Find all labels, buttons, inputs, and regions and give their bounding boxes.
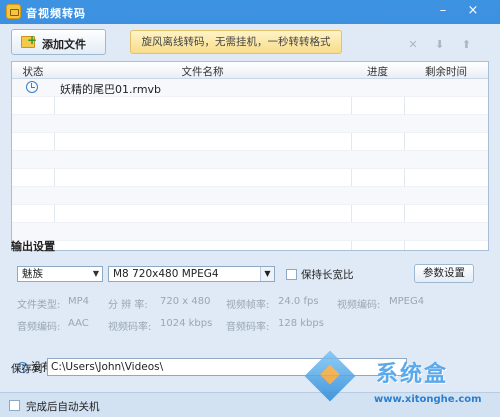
column-progress[interactable]: 进度 bbox=[351, 64, 404, 79]
frame-rate-label: 视频帧率: bbox=[226, 300, 270, 311]
converter-window: 音视频转码 – × 添加文件 旋风离线转码，无需挂机，一秒转转格式 ✕ ⬇ ⬆ … bbox=[0, 0, 500, 417]
dropdown-arrow-icon: ▼ bbox=[92, 269, 99, 278]
empty-row bbox=[12, 133, 488, 151]
watermark-url: www.xitonghe.com bbox=[374, 394, 482, 405]
keep-ratio-label: 保持长宽比 bbox=[301, 269, 354, 281]
dropdown-arrow-icon: ▼ bbox=[260, 267, 274, 281]
frame-rate-value: 24.0 fps bbox=[278, 296, 319, 307]
auto-shutdown-label[interactable]: 完成后自动关机 bbox=[26, 399, 100, 414]
promo-banner[interactable]: 旋风离线转码，无需挂机，一秒转转格式 bbox=[130, 30, 342, 54]
table-row[interactable]: 妖精的尾巴01.rmvb bbox=[12, 79, 488, 97]
file-type-label: 文件类型: bbox=[17, 300, 61, 311]
audio-bitrate-label: 音频码率: bbox=[226, 322, 270, 333]
app-icon bbox=[6, 4, 21, 19]
output-settings-title: 输出设置 bbox=[11, 240, 55, 253]
video-codec-value: MPEG4 bbox=[389, 296, 425, 307]
video-bitrate-label: 视频码率: bbox=[108, 322, 152, 333]
toolbar-icon-group[interactable]: ✕ ⬇ ⬆ bbox=[408, 38, 478, 51]
keep-aspect-ratio-checkbox[interactable]: 保持长宽比 bbox=[286, 267, 354, 282]
site-watermark: 系统盒 www.xitonghe.com bbox=[304, 350, 500, 417]
add-file-button[interactable]: 添加文件 bbox=[11, 29, 106, 55]
watermark-title: 系统盒 bbox=[376, 362, 449, 387]
empty-row bbox=[12, 205, 488, 223]
empty-row bbox=[12, 187, 488, 205]
model-select-value: M8 720x480 MPEG4 bbox=[113, 268, 219, 280]
empty-row bbox=[12, 97, 488, 115]
watermark-logo-icon bbox=[304, 350, 356, 402]
column-status[interactable]: 状态 bbox=[12, 64, 54, 79]
checkbox-box[interactable] bbox=[286, 269, 297, 280]
audio-codec-value: AAC bbox=[68, 318, 89, 329]
resolution-label: 分 辨 率: bbox=[108, 300, 148, 311]
empty-row bbox=[12, 241, 488, 250]
file-name-cell: 妖精的尾巴01.rmvb bbox=[60, 83, 162, 96]
toolbar: 添加文件 旋风离线转码，无需挂机，一秒转转格式 ✕ ⬇ ⬆ bbox=[0, 24, 500, 58]
clock-icon bbox=[26, 81, 38, 93]
audio-codec-label: 音频编码: bbox=[17, 322, 61, 333]
table-header: 状态 文件名称 进度 剩余时间 bbox=[12, 62, 488, 79]
column-file-name[interactable]: 文件名称 bbox=[54, 64, 351, 79]
title-bar[interactable]: 音视频转码 – × bbox=[0, 0, 500, 24]
add-file-label: 添加文件 bbox=[42, 38, 86, 51]
parameter-settings-button[interactable]: 参数设置 bbox=[414, 264, 474, 283]
resolution-value: 720 x 480 bbox=[160, 296, 211, 307]
empty-row bbox=[12, 151, 488, 169]
empty-row bbox=[12, 115, 488, 133]
close-button[interactable]: × bbox=[464, 3, 482, 19]
brand-select-value: 魅族 bbox=[22, 268, 43, 280]
auto-shutdown-checkbox[interactable] bbox=[9, 400, 20, 411]
column-remaining-time[interactable]: 剩余时间 bbox=[404, 64, 488, 79]
video-codec-label: 视频编码: bbox=[337, 300, 381, 311]
audio-bitrate-value: 128 kbps bbox=[278, 318, 324, 329]
minimize-button[interactable]: – bbox=[434, 3, 452, 19]
window-title: 音视频转码 bbox=[26, 7, 86, 20]
empty-row bbox=[12, 223, 488, 241]
add-folder-icon bbox=[21, 33, 37, 48]
video-bitrate-value: 1024 kbps bbox=[160, 318, 213, 329]
device-model-select[interactable]: M8 720x480 MPEG4 ▼ bbox=[108, 266, 275, 282]
empty-row bbox=[12, 169, 488, 187]
file-type-value: MP4 bbox=[68, 296, 90, 307]
device-brand-select[interactable]: 魅族 ▼ bbox=[17, 266, 103, 282]
save-to-label: 保存到: bbox=[11, 363, 47, 375]
table-body: 妖精的尾巴01.rmvb bbox=[12, 79, 488, 250]
file-list-table[interactable]: 状态 文件名称 进度 剩余时间 妖精的尾巴01.rmvb bbox=[11, 61, 489, 251]
